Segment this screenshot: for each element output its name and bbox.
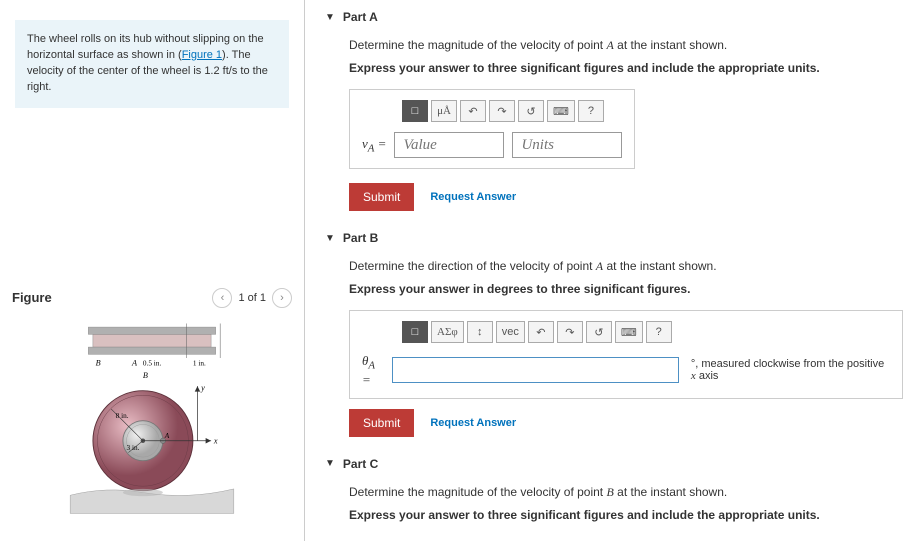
greek-button[interactable]: ΑΣφ: [431, 321, 464, 343]
collapse-icon[interactable]: ▼: [325, 458, 335, 469]
help-button[interactable]: ?: [646, 321, 672, 343]
units-input[interactable]: [512, 132, 622, 158]
label-a-point: A: [164, 432, 170, 440]
submit-button[interactable]: Submit: [349, 183, 414, 211]
part-b-instruction: Express your answer in degrees to three …: [349, 282, 903, 296]
reset-button[interactable]: ↺: [586, 321, 612, 343]
collapse-icon[interactable]: ▼: [325, 233, 335, 244]
label-x-axis: x: [213, 436, 218, 445]
label-y-axis: y: [200, 383, 205, 392]
vec-button[interactable]: vec: [496, 321, 525, 343]
part-c-instruction: Express your answer to three significant…: [349, 508, 903, 522]
part-b-title: Part B: [343, 231, 378, 245]
templates-button[interactable]: □: [402, 100, 428, 122]
part-c-prompt: Determine the magnitude of the velocity …: [349, 485, 903, 500]
label-dim-1: 1 in.: [193, 359, 206, 367]
part-c-title: Part C: [343, 457, 378, 471]
scripts-button[interactable]: ↕: [467, 321, 493, 343]
label-r8: 8 in.: [116, 412, 129, 420]
templates-button[interactable]: □: [402, 321, 428, 343]
figure-link[interactable]: Figure 1: [182, 49, 222, 61]
pager-text: 1 of 1: [238, 292, 266, 304]
label-dim-a: 0.5 in.: [143, 359, 162, 367]
label-r3: 3 in.: [127, 444, 140, 452]
collapse-icon[interactable]: ▼: [325, 12, 335, 23]
keyboard-button[interactable]: ⌨: [547, 100, 575, 122]
part-b-answer-box: □ ΑΣφ ↕ vec ↶ ↷ ↺ ⌨ ? θA = °,: [349, 310, 903, 399]
figure-pager: ‹ 1 of 1 ›: [212, 288, 292, 308]
part-a-prompt: Determine the magnitude of the velocity …: [349, 38, 903, 53]
part-c: ▼ Part C Determine the magnitude of the …: [325, 457, 903, 522]
undo-button[interactable]: ↶: [528, 321, 554, 343]
label-a-top: A: [131, 358, 138, 367]
help-button[interactable]: ?: [578, 100, 604, 122]
angle-input[interactable]: [392, 357, 679, 383]
problem-statement: The wheel rolls on its hub without slipp…: [15, 20, 289, 108]
part-b: ▼ Part B Determine the direction of the …: [325, 231, 903, 437]
part-a: ▼ Part A Determine the magnitude of the …: [325, 10, 903, 211]
pager-prev-button[interactable]: ‹: [212, 288, 232, 308]
part-b-suffix: °, measured clockwise from the positive …: [691, 358, 890, 382]
part-a-answer-box: □ μÅ ↶ ↷ ↺ ⌨ ? vA =: [349, 89, 635, 169]
reset-button[interactable]: ↺: [518, 100, 544, 122]
units-button[interactable]: μÅ: [431, 100, 457, 122]
part-a-title: Part A: [343, 10, 378, 24]
request-answer-link[interactable]: Request Answer: [430, 417, 516, 429]
part-b-label: θA =: [362, 353, 384, 388]
part-b-prompt: Determine the direction of the velocity …: [349, 259, 903, 274]
label-b-top: B: [96, 358, 101, 367]
figure-image: B A 0.5 in. 1 in. B: [12, 318, 292, 518]
part-a-instruction: Express your answer to three significant…: [349, 61, 903, 75]
redo-button[interactable]: ↷: [489, 100, 515, 122]
value-input[interactable]: [394, 132, 504, 158]
pager-next-button[interactable]: ›: [272, 288, 292, 308]
keyboard-button[interactable]: ⌨: [615, 321, 643, 343]
request-answer-link[interactable]: Request Answer: [430, 191, 516, 203]
part-a-label: vA =: [362, 136, 386, 155]
label-b-side: B: [143, 371, 148, 380]
submit-button[interactable]: Submit: [349, 409, 414, 437]
redo-button[interactable]: ↷: [557, 321, 583, 343]
undo-button[interactable]: ↶: [460, 100, 486, 122]
figure-title: Figure: [12, 290, 52, 305]
